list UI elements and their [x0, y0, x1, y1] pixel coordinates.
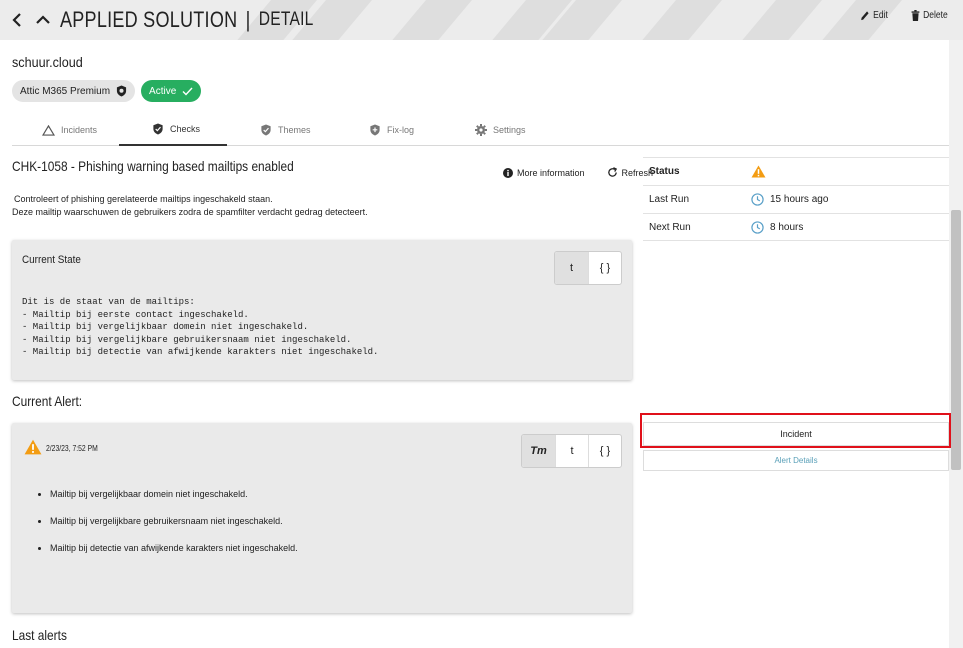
page-header: APPLIED SOLUTION | DETAIL Edit Delete [0, 0, 963, 40]
check-description: Controleert of phishing gerelateerde mai… [12, 193, 368, 219]
rich-view-button[interactable]: Tт [522, 435, 555, 467]
status-row: Status [643, 157, 949, 185]
back-icon[interactable] [8, 11, 26, 29]
current-alert-title: Current Alert: [12, 393, 83, 409]
text-view-button[interactable]: t [555, 435, 588, 467]
trash-icon [911, 10, 920, 21]
tab-label: Fix-log [387, 125, 415, 135]
chevron-up-icon[interactable] [34, 11, 52, 29]
alert-list: Mailtip bij vergelijkbaar domein niet in… [38, 489, 298, 570]
tab-checks[interactable]: Checks [119, 114, 227, 146]
status-badge-label: Active [149, 85, 177, 97]
shield-icon [116, 85, 127, 97]
alert-details-button[interactable]: Alert Details [643, 450, 949, 471]
warning-icon [24, 439, 42, 455]
tab-label: Themes [278, 125, 311, 135]
next-run-value: 8 hours [770, 221, 804, 233]
clock-icon [751, 193, 764, 206]
pencil-icon [861, 11, 869, 21]
shield-plus-icon [370, 124, 380, 136]
site-name: schuur.cloud [12, 54, 83, 70]
json-view-button[interactable]: { } [588, 252, 621, 284]
tab-label: Incidents [61, 125, 98, 135]
page-title-main: APPLIED SOLUTION [60, 7, 238, 32]
status-badge: Active [141, 80, 202, 102]
warning-outline-icon [42, 124, 55, 136]
delete-button[interactable]: Delete [911, 10, 948, 21]
tab-incidents[interactable]: Incidents [42, 114, 97, 146]
next-run-row: Next Run 8 hours [643, 213, 949, 241]
tab-label: Settings [493, 125, 526, 135]
last-alerts-title: Last alerts [12, 627, 67, 643]
last-run-row: Last Run 15 hours ago [643, 185, 949, 213]
alert-view-toggle: Tт t { } [521, 434, 622, 468]
last-run-value: 15 hours ago [770, 194, 829, 205]
description-line: Deze mailtip waarschuwen de gebruikers z… [12, 207, 368, 217]
check-title: CHK-1058 - Phishing warning based mailti… [12, 158, 294, 174]
description-line: Controleert of phishing gerelateerde mai… [14, 194, 273, 204]
more-information-button[interactable]: More information [503, 167, 585, 178]
title-separator: | [245, 7, 251, 32]
current-state-panel: Current State t { } Dit is de staat van … [12, 240, 632, 380]
plan-label: Attic M365 Premium [20, 85, 111, 97]
status-table: Status Last Run 15 hours ago Next Run 8 … [643, 157, 949, 241]
edit-label: Edit [873, 10, 888, 21]
gear-icon [475, 124, 487, 136]
alert-item: Mailtip bij vergelijkbare gebruikersnaam… [50, 516, 298, 543]
shield-check-icon [153, 123, 163, 135]
alert-date: 2/23/23, 7:52 PM [46, 444, 98, 453]
alert-item: Mailtip bij vergelijkbaar domein niet in… [50, 489, 298, 516]
text-view-button[interactable]: t [555, 252, 588, 284]
info-icon [503, 167, 513, 178]
more-information-label: More information [517, 167, 585, 178]
checkmark-icon [182, 87, 193, 96]
json-view-button[interactable]: { } [588, 435, 621, 467]
tab-bar: Incidents Checks Themes Fix-log Settings [12, 114, 949, 146]
tab-settings[interactable]: Settings [475, 114, 526, 146]
tab-themes[interactable]: Themes [260, 114, 311, 146]
highlight-box [640, 413, 951, 448]
tab-label: Checks [170, 124, 201, 134]
clock-icon [751, 220, 764, 234]
edit-button[interactable]: Edit [860, 10, 888, 21]
current-state-content: Dit is de staat van de mailtips: - Mailt… [22, 297, 379, 357]
warning-icon [751, 165, 766, 178]
status-label: Status [649, 166, 680, 177]
current-state-title: Current State [22, 254, 81, 266]
plan-badge: Attic M365 Premium [12, 80, 136, 102]
scrollbar-thumb[interactable] [951, 210, 961, 470]
page-title-sub: DETAIL [258, 9, 314, 30]
view-toggle: t { } [554, 251, 622, 285]
refresh-icon [607, 167, 617, 177]
page-title: APPLIED SOLUTION | DETAIL [60, 7, 314, 33]
header-stripe [375, 0, 481, 40]
delete-label: Delete [923, 10, 948, 21]
shield-check-icon [261, 124, 271, 136]
current-alert-panel: 2/23/23, 7:52 PM Tт t { } Mailtip bij ve… [12, 423, 632, 613]
header-stripe [725, 0, 831, 40]
tab-fix-log[interactable]: Fix-log [369, 114, 414, 146]
header-stripe [625, 0, 731, 40]
next-run-label: Next Run [649, 221, 691, 233]
alert-item: Mailtip bij detectie van afwijkende kara… [50, 543, 298, 570]
last-run-label: Last Run [649, 194, 690, 205]
